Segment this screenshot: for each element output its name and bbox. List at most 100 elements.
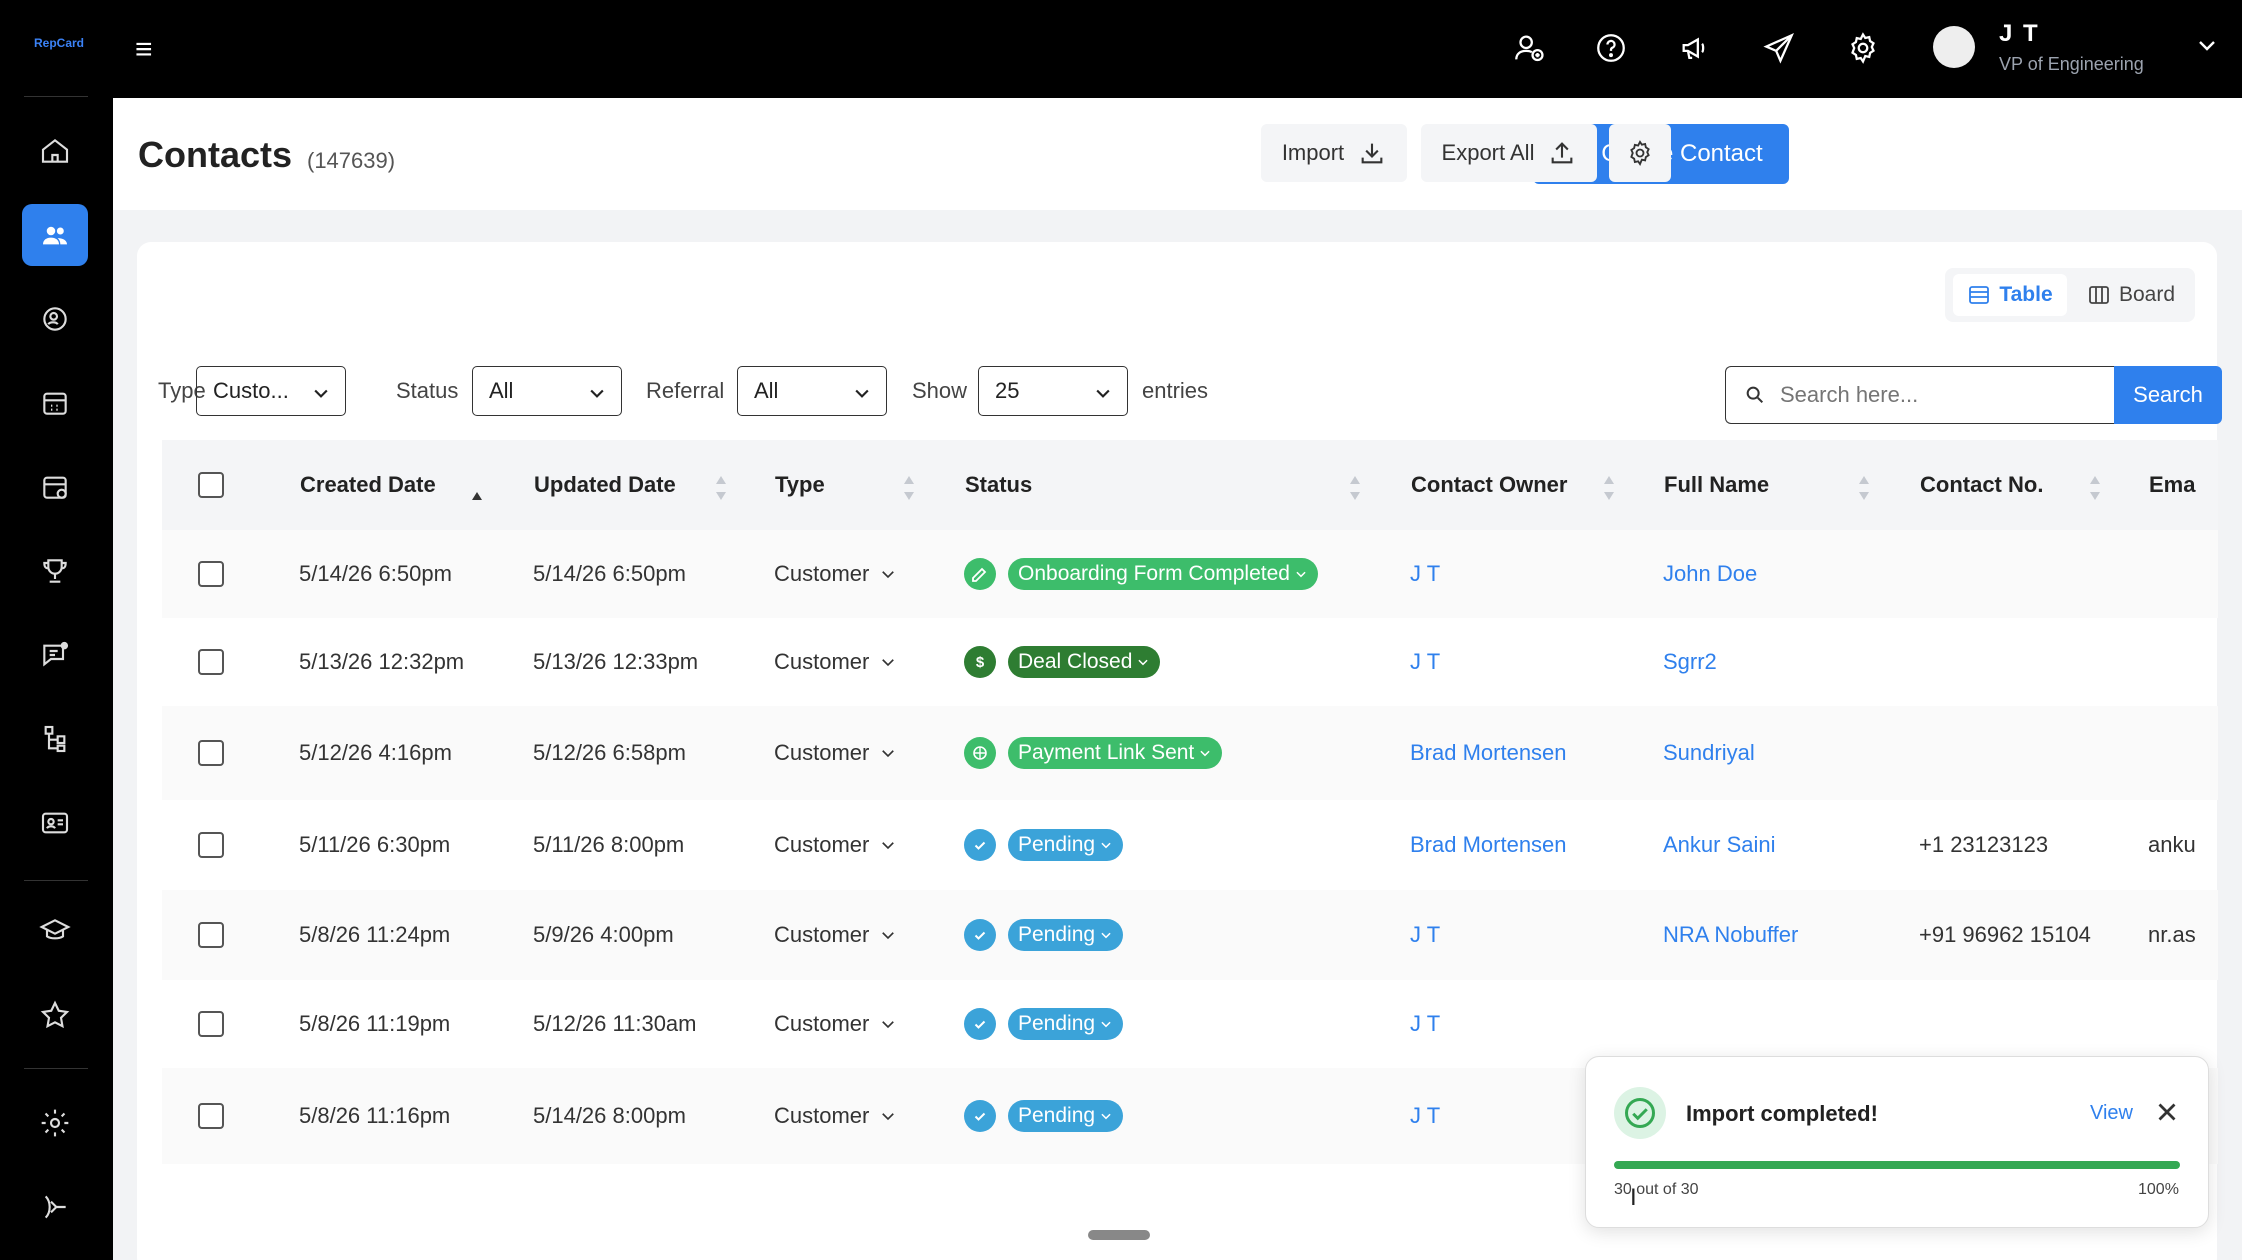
gear-icon[interactable]	[1843, 28, 1883, 68]
sidebar-item-leaderboard[interactable]	[22, 540, 88, 602]
status-dropdown[interactable]: Onboarding Form Completed	[964, 558, 1318, 590]
status-dropdown[interactable]: Pending	[964, 1008, 1124, 1040]
sidebar-item-messages[interactable]	[22, 624, 88, 686]
tab-table[interactable]: Table	[1953, 274, 2067, 316]
sidebar-item-home[interactable]	[22, 120, 88, 182]
type-dropdown[interactable]: Customer	[774, 649, 897, 675]
contact-number: +91 96962 15104	[1919, 922, 2091, 947]
type-dropdown[interactable]: Customer	[774, 1011, 897, 1037]
column-header-type[interactable]: Type	[775, 472, 825, 498]
check-icon	[964, 829, 996, 861]
sort-icon[interactable]	[902, 474, 916, 502]
chevron-down-icon[interactable]	[2195, 34, 2219, 63]
search-button[interactable]: Search	[2114, 366, 2222, 424]
table-settings-button[interactable]	[1609, 124, 1671, 182]
sidebar-item-favorites[interactable]	[22, 984, 88, 1046]
sort-icon[interactable]	[714, 474, 728, 502]
search-input[interactable]	[1780, 382, 2080, 408]
column-header-email[interactable]: Ema	[2149, 472, 2195, 498]
table-header: Created Date Updated Date Type Status Co…	[162, 440, 2218, 530]
column-header-status[interactable]: Status	[965, 472, 1032, 498]
sidebar-item-training[interactable]	[22, 900, 88, 962]
tab-board[interactable]: Board	[2075, 274, 2187, 316]
full-name-link[interactable]: NRA Nobuffer	[1663, 922, 1798, 948]
select-all-checkbox[interactable]	[198, 472, 224, 498]
row-checkbox[interactable]	[198, 649, 224, 675]
sort-icon[interactable]	[1602, 474, 1616, 502]
table-row[interactable]: 5/13/26 12:32pm 5/13/26 12:33pm Customer $ D…	[162, 618, 2218, 706]
status-dropdown[interactable]: Payment Link Sent	[964, 737, 1223, 769]
table-row[interactable]: 5/14/26 6:50pm 5/14/26 6:50pm Customer Onbo…	[162, 530, 2218, 618]
type-filter-select[interactable]: Custo...	[196, 366, 346, 416]
menu-icon[interactable]: ≡	[135, 35, 153, 65]
contact-owner-link[interactable]: Brad Mortensen	[1410, 740, 1567, 766]
sidebar-item-calendar[interactable]	[22, 372, 88, 434]
contact-owner-link[interactable]: J T	[1410, 561, 1440, 587]
status-dropdown[interactable]: $ Deal Closed	[964, 646, 1161, 678]
table-row[interactable]: 5/8/26 11:24pm 5/9/26 4:00pm Customer Pendi…	[162, 890, 2218, 980]
column-header-updated[interactable]: Updated Date	[534, 472, 676, 498]
sort-icon[interactable]	[1348, 474, 1362, 502]
table-row[interactable]: 5/12/26 4:16pm 5/12/26 6:58pm Customer Paym…	[162, 706, 2218, 800]
contact-owner-link[interactable]: J T	[1410, 1103, 1440, 1129]
status-dropdown[interactable]: Pending	[964, 829, 1124, 861]
sidebar-item-appointments[interactable]	[22, 456, 88, 518]
status-dropdown[interactable]: Pending	[964, 919, 1124, 951]
help-icon[interactable]	[1591, 28, 1631, 68]
column-header-owner[interactable]: Contact Owner	[1411, 472, 1567, 498]
avatar[interactable]	[1933, 26, 1975, 68]
contact-owner-link[interactable]: J T	[1410, 649, 1440, 675]
row-checkbox[interactable]	[198, 561, 224, 587]
status-dropdown[interactable]: Pending	[964, 1100, 1124, 1132]
row-checkbox[interactable]	[198, 1103, 224, 1129]
app-logo[interactable]: RepCard	[34, 36, 84, 50]
export-all-button[interactable]: Export All	[1421, 124, 1597, 182]
import-button[interactable]: Import	[1261, 124, 1407, 182]
sort-desc-icon[interactable]	[470, 474, 484, 502]
sort-icon[interactable]	[1857, 474, 1871, 502]
type-dropdown[interactable]: Customer	[774, 832, 897, 858]
page-size-select[interactable]: 25	[978, 366, 1128, 416]
type-dropdown[interactable]: Customer	[774, 922, 897, 948]
megaphone-icon[interactable]	[1675, 28, 1715, 68]
column-header-phone[interactable]: Contact No.	[1920, 472, 2043, 498]
sort-icon[interactable]	[2088, 474, 2102, 502]
sidebar-item-settings[interactable]	[22, 1092, 88, 1154]
sidebar-item-collapse[interactable]	[22, 1176, 88, 1238]
full-name-link[interactable]: John Doe	[1663, 561, 1757, 587]
status-filter-select[interactable]: All	[472, 366, 622, 416]
contact-owner-link[interactable]: J T	[1410, 1011, 1440, 1037]
toast-view-link[interactable]: View	[2090, 1102, 2133, 1125]
sidebar-item-org[interactable]	[22, 708, 88, 770]
table-row[interactable]: 5/11/26 6:30pm 5/11/26 8:00pm Customer Pend…	[162, 800, 2218, 890]
row-checkbox[interactable]	[198, 832, 224, 858]
sidebar-item-contacts[interactable]	[22, 204, 88, 266]
column-header-fullname[interactable]: Full Name	[1664, 472, 1769, 498]
text-cursor-icon: I	[1630, 1184, 1637, 1211]
full-name-link[interactable]: Sgrr2	[1663, 649, 1717, 675]
row-checkbox[interactable]	[198, 922, 224, 948]
type-dropdown[interactable]: Customer	[774, 1103, 897, 1129]
sidebar-item-leads[interactable]	[22, 288, 88, 350]
row-checkbox[interactable]	[198, 740, 224, 766]
status-badge: Pending	[1008, 919, 1124, 951]
table-row[interactable]: 5/8/26 11:19pm 5/12/26 11:30am Customer Pen…	[162, 980, 2218, 1068]
user-name[interactable]: J T	[1999, 20, 2040, 48]
contact-owner-link[interactable]: Brad Mortensen	[1410, 832, 1567, 858]
add-user-icon[interactable]	[1509, 28, 1549, 68]
horizontal-scrollbar[interactable]	[1088, 1230, 1150, 1240]
row-checkbox[interactable]	[198, 1011, 224, 1037]
type-dropdown[interactable]: Customer	[774, 561, 897, 587]
contact-owner-link[interactable]: J T	[1410, 922, 1440, 948]
chevron-down-icon	[1101, 842, 1111, 849]
status-badge: Payment Link Sent	[1008, 737, 1223, 769]
full-name-link[interactable]: Ankur Saini	[1663, 832, 1776, 858]
type-dropdown[interactable]: Customer	[774, 740, 897, 766]
full-name-link[interactable]: Sundriyal	[1663, 740, 1755, 766]
sidebar-item-cards[interactable]	[22, 792, 88, 854]
column-header-created[interactable]: Created Date	[300, 472, 436, 498]
check-icon	[964, 1100, 996, 1132]
referral-filter-select[interactable]: All	[737, 366, 887, 416]
send-icon[interactable]	[1759, 28, 1799, 68]
close-icon[interactable]	[2152, 1097, 2182, 1132]
